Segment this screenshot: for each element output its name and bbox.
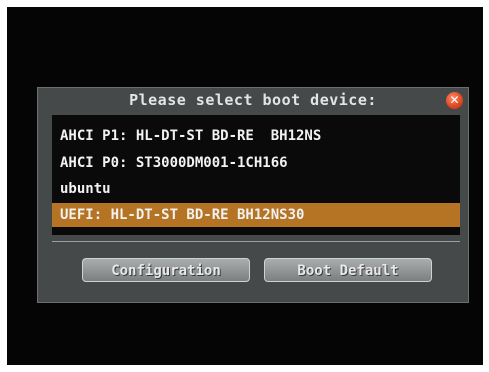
- boot-device-list: AHCI P1: HL-DT-ST BD-RE BH12NS AHCI P0: …: [52, 115, 460, 235]
- divider: [52, 241, 460, 242]
- boot-menu-dialog: Please select boot device: ✕ AHCI P1: HL…: [37, 87, 469, 303]
- close-icon[interactable]: ✕: [446, 92, 463, 109]
- boot-device-item[interactable]: ubuntu: [56, 177, 111, 201]
- boot-device-item[interactable]: AHCI P1: HL-DT-ST BD-RE BH12NS: [56, 124, 321, 148]
- boot-device-item-selected[interactable]: UEFI: HL-DT-ST BD-RE BH12NS30: [52, 203, 460, 227]
- dialog-title: Please select boot device:: [129, 91, 377, 109]
- boot-default-button[interactable]: Boot Default: [264, 258, 432, 282]
- boot-device-item[interactable]: AHCI P0: ST3000DM001-1CH166: [56, 151, 288, 175]
- screen-background: Please select boot device: ✕ AHCI P1: HL…: [7, 7, 483, 365]
- configuration-button[interactable]: Configuration: [82, 258, 250, 282]
